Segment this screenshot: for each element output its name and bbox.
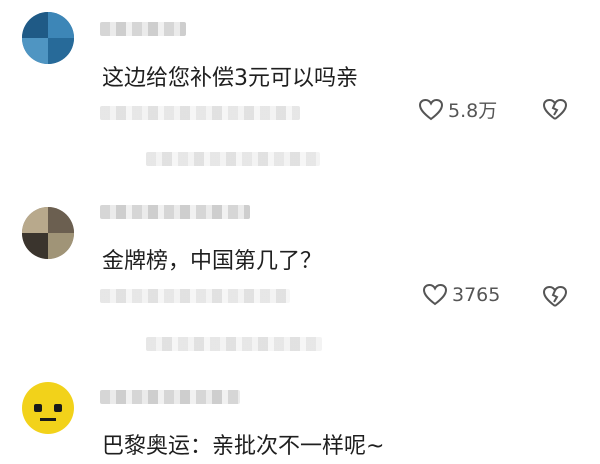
replies-blurred bbox=[146, 152, 320, 166]
like-count: 3765 bbox=[452, 284, 501, 306]
comment-text: 这边给您补偿3元可以吗亲 bbox=[102, 66, 358, 91]
meta-blurred bbox=[100, 289, 290, 303]
like-count: 5.8万 bbox=[448, 100, 498, 122]
like-group[interactable]: 3765 bbox=[422, 283, 500, 307]
avatar[interactable] bbox=[22, 207, 74, 259]
username-blurred bbox=[100, 22, 186, 36]
comment-2: 金牌榜，中国第几了？ 3765 bbox=[0, 195, 600, 365]
heart-icon[interactable] bbox=[418, 98, 444, 122]
heart-icon[interactable] bbox=[422, 283, 448, 307]
username-blurred bbox=[100, 205, 250, 219]
comment-3: 巴黎奥运：亲批次不一样呢~ bbox=[0, 372, 600, 464]
username-blurred bbox=[100, 390, 240, 404]
avatar[interactable] bbox=[22, 12, 74, 64]
broken-heart-icon[interactable] bbox=[542, 285, 568, 309]
comment-text: 金牌榜，中国第几了？ bbox=[102, 249, 323, 274]
meta-blurred bbox=[100, 106, 300, 120]
like-group[interactable]: 5.8万 bbox=[418, 96, 497, 123]
comment-1: 这边给您补偿3元可以吗亲 5.8万 bbox=[0, 0, 600, 200]
replies-blurred bbox=[146, 337, 322, 351]
broken-heart-icon[interactable] bbox=[542, 98, 568, 122]
comment-text: 巴黎奥运：亲批次不一样呢~ bbox=[102, 434, 385, 459]
avatar[interactable] bbox=[22, 382, 74, 434]
